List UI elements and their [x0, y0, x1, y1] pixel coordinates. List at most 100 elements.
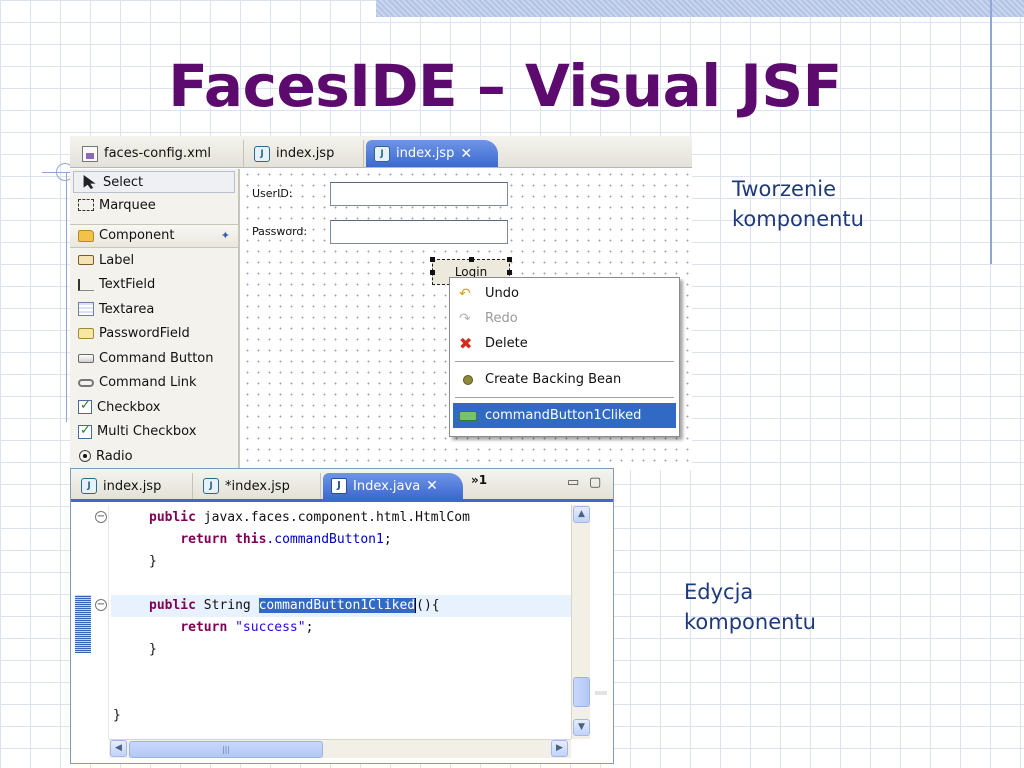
selection-handle[interactable]	[507, 270, 512, 275]
palette-label: Command Button	[99, 350, 214, 366]
jsp-file-icon: J	[374, 145, 390, 162]
palette-item-textarea[interactable]: Textarea	[70, 297, 238, 322]
bean-icon	[463, 374, 473, 385]
userid-input[interactable]	[330, 182, 508, 206]
horizontal-scrollbar[interactable]: ◀ ||| ▶	[109, 739, 571, 758]
vertical-scrollbar[interactable]: ▲ ▼	[571, 505, 590, 739]
decorative-line	[66, 172, 67, 422]
pin-icon[interactable]: ✦	[221, 229, 230, 242]
tab-label: index.jsp	[276, 146, 335, 161]
scroll-left-icon[interactable]: ◀	[110, 740, 127, 757]
maximize-icon[interactable]: ▢	[589, 475, 601, 490]
scroll-right-icon[interactable]: ▶	[551, 740, 568, 757]
palette-tool-select[interactable]: Select	[73, 171, 235, 193]
scroll-down-icon[interactable]: ▼	[573, 719, 590, 736]
java-file-icon: J	[331, 478, 347, 494]
palette-tool-marquee[interactable]: Marquee	[70, 193, 238, 218]
tab-overflow-button[interactable]: »1	[471, 473, 487, 487]
close-icon[interactable]: ✕	[460, 146, 472, 162]
tab-label: index.jsp	[103, 478, 162, 494]
userid-label: UserID:	[252, 187, 293, 200]
selected-text: commandButton1Cliked	[258, 598, 416, 613]
palette-label: PasswordField	[99, 326, 190, 342]
palette-label: Marquee	[99, 197, 156, 213]
fold-collapse-icon[interactable]: −	[95, 599, 107, 611]
editor-screenshot: J index.jsp J *index.jsp J Index.java ✕ …	[70, 468, 614, 764]
menu-separator	[455, 361, 674, 362]
menu-label: commandButton1Cliked	[485, 408, 642, 423]
tab-index-jsp-dirty[interactable]: J *index.jsp	[195, 473, 321, 499]
decorative-band	[376, 0, 1024, 17]
scroll-thumb[interactable]: |||	[129, 741, 323, 758]
palette-label: Select	[103, 174, 144, 190]
overview-ruler	[591, 505, 613, 758]
multi-checkbox-icon	[78, 423, 92, 439]
caption-top: Tworzenie komponentu	[732, 177, 864, 231]
tab-index-jsp-active[interactable]: J index.jsp ✕	[366, 140, 498, 167]
menu-separator	[455, 397, 674, 398]
change-marker	[75, 595, 91, 653]
palette-item-command-button[interactable]: Command Button	[70, 346, 238, 371]
tab-index-jsp[interactable]: J index.jsp	[73, 473, 193, 499]
palette-item-multi-checkbox[interactable]: Multi Checkbox	[70, 420, 238, 445]
menu-item-undo[interactable]: ↶ Undo	[453, 281, 676, 306]
scroll-up-icon[interactable]: ▲	[573, 506, 590, 523]
textfield-icon	[78, 278, 94, 291]
code-line: return "success";	[180, 620, 314, 635]
tab-index-jsp[interactable]: J index.jsp	[246, 140, 364, 167]
tab-index-java-active[interactable]: J Index.java ✕	[323, 473, 463, 499]
code-line: }	[149, 642, 157, 657]
password-label: Password:	[252, 225, 308, 238]
passwordfield-icon	[78, 328, 94, 340]
palette-label: Textarea	[99, 301, 155, 317]
close-icon[interactable]: ✕	[426, 478, 438, 494]
selection-handle[interactable]	[469, 257, 474, 262]
textarea-icon	[78, 302, 94, 317]
menu-item-method[interactable]: commandButton1Cliked	[453, 403, 676, 428]
xml-file-icon	[82, 145, 98, 162]
menu-label: Redo	[485, 311, 518, 326]
palette-label: Radio	[96, 448, 133, 464]
selection-handle[interactable]	[430, 257, 435, 262]
menu-label: Undo	[485, 286, 519, 301]
code-line: }	[113, 708, 121, 723]
selection-handle[interactable]	[507, 257, 512, 262]
scroll-thumb[interactable]	[573, 677, 590, 707]
password-input[interactable]	[330, 220, 508, 244]
palette-item-command-link[interactable]: Command Link	[70, 371, 238, 396]
component-palette: Select Marquee Component ✦ Label TextFie…	[70, 169, 240, 470]
tab-faces-config[interactable]: faces-config.xml	[74, 140, 244, 167]
palette-item-label[interactable]: Label	[70, 248, 238, 273]
code-line: }	[149, 554, 157, 569]
palette-label: Multi Checkbox	[97, 424, 197, 440]
menu-item-delete[interactable]: ✖ Delete	[453, 331, 676, 356]
marquee-icon	[78, 199, 94, 212]
editor-tab-bar: J index.jsp J *index.jsp J Index.java ✕ …	[71, 469, 613, 502]
menu-label: Delete	[485, 336, 528, 351]
minimize-icon[interactable]: ▭	[567, 475, 579, 490]
code-line: public javax.faces.component.html.HtmlCo…	[149, 510, 470, 525]
overview-marker	[595, 691, 607, 695]
palette-item-radio[interactable]: Radio	[70, 444, 238, 469]
menu-label: Create Backing Bean	[485, 372, 622, 387]
caption-bottom: Edycja komponentu	[684, 580, 816, 634]
label-icon	[78, 255, 94, 266]
radio-icon	[79, 450, 91, 463]
folder-icon	[78, 229, 94, 242]
delete-icon: ✖	[459, 334, 473, 353]
menu-item-redo[interactable]: ↷ Redo	[453, 306, 676, 331]
tab-label: index.jsp	[396, 146, 455, 161]
checkbox-icon	[78, 398, 92, 415]
jsp-file-icon: J	[203, 478, 219, 494]
selection-handle[interactable]	[430, 270, 435, 275]
fold-collapse-icon[interactable]: −	[95, 511, 107, 523]
arrow-cursor-icon	[83, 175, 96, 189]
menu-item-create-backing-bean[interactable]: Create Backing Bean	[453, 367, 676, 392]
tab-label: *index.jsp	[225, 478, 290, 494]
palette-item-passwordfield[interactable]: PasswordField	[70, 322, 238, 347]
code-area[interactable]: public javax.faces.component.html.HtmlCo…	[111, 505, 571, 739]
tab-label: Index.java	[353, 478, 421, 494]
palette-group-component[interactable]: Component ✦	[70, 223, 238, 248]
palette-item-checkbox[interactable]: Checkbox	[70, 395, 238, 420]
palette-item-textfield[interactable]: TextField	[70, 273, 238, 298]
